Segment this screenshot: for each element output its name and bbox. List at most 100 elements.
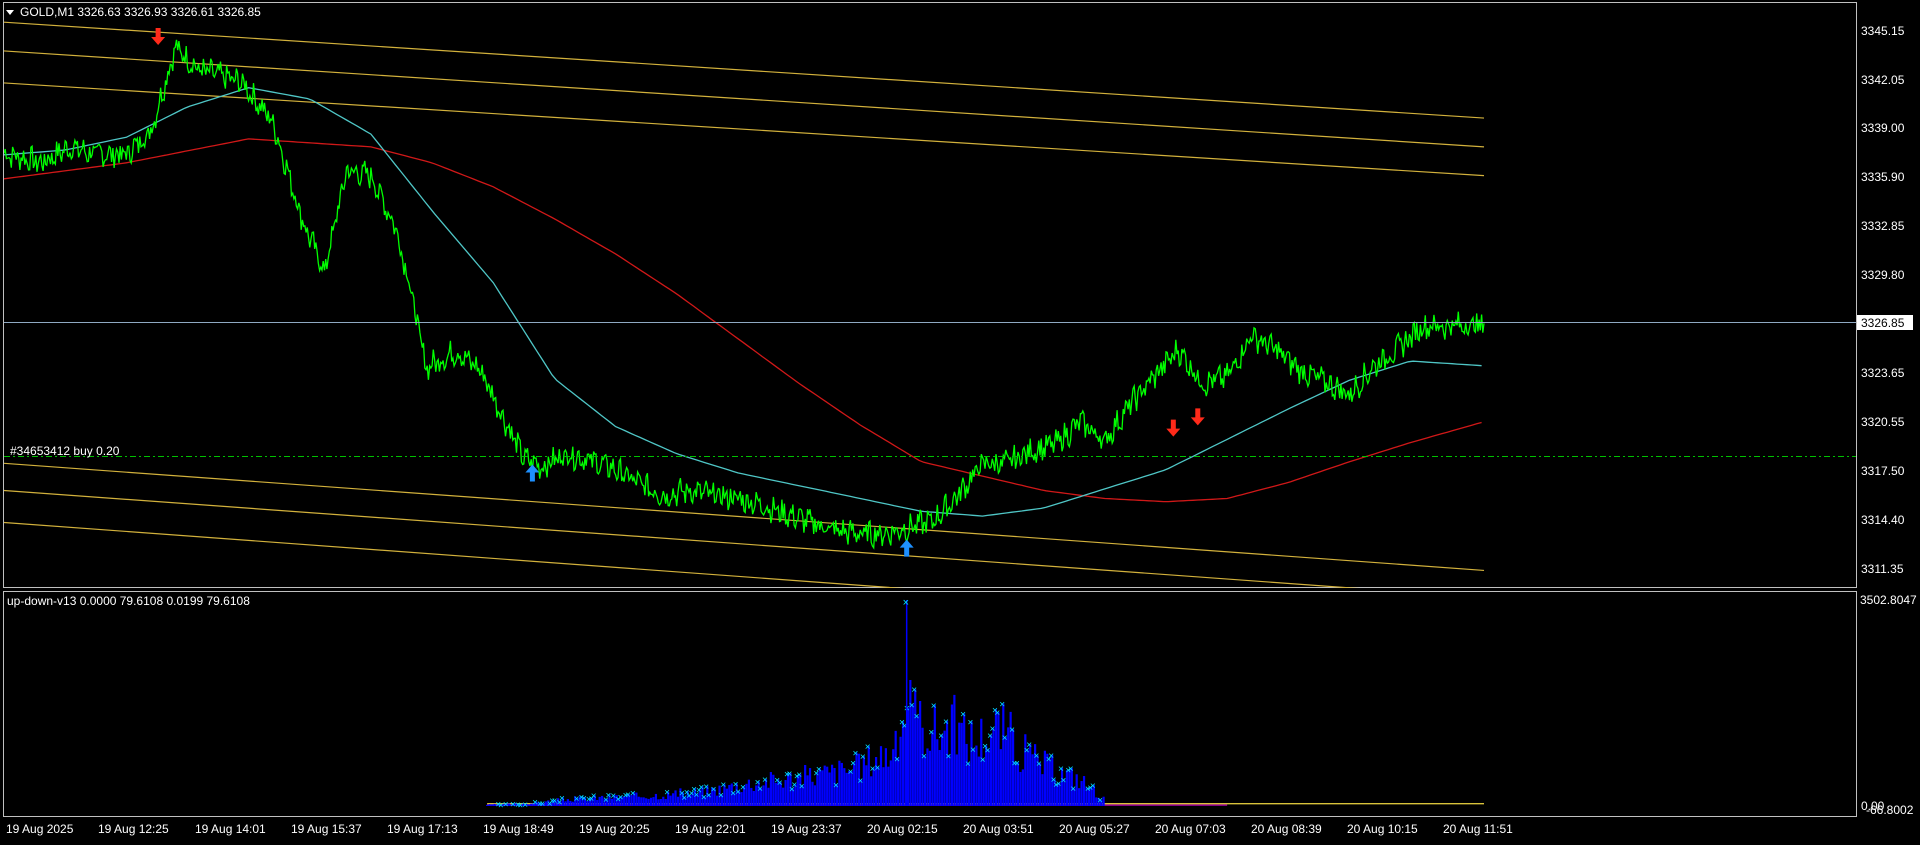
indicator-axis-top: 3502.8047 — [1860, 593, 1917, 607]
price-tick: 3311.35 — [1861, 562, 1904, 576]
trading-chart[interactable]: × × × × × × × × × × × × × × × × × × × × × × × × × × × × × × × × × × × × × × × ×… — [0, 0, 1920, 840]
main-panel-frame — [3, 2, 1857, 588]
indicator-marker: × — [990, 724, 996, 735]
indicator-peak-marker: × — [903, 597, 909, 609]
indicator-marker: × — [1068, 764, 1074, 775]
indicator-marker: × — [894, 754, 900, 765]
indicator-marker: × — [857, 776, 863, 787]
indicator-marker: × — [720, 780, 726, 791]
time-tick: 20 Aug 07:03 — [1155, 822, 1226, 836]
indicator-marker: × — [968, 717, 974, 728]
time-tick: 20 Aug 03:51 — [963, 822, 1034, 836]
time-tick: 19 Aug 23:37 — [771, 822, 842, 836]
indicator-marker: × — [938, 731, 944, 742]
indicator-marker: × — [850, 758, 856, 769]
indicator-marker: × — [945, 751, 951, 762]
indicator-marker: × — [796, 770, 802, 781]
indicator-marker: × — [970, 745, 976, 756]
indicator-marker: × — [718, 791, 724, 802]
moving-average-fast — [4, 87, 1482, 517]
sell-arrow-icon[interactable] — [1166, 419, 1181, 437]
time-tick: 19 Aug 20:25 — [579, 822, 650, 836]
price-series — [4, 39, 1485, 550]
sell-arrow-icon[interactable] — [151, 27, 166, 45]
current-price-label: 3326.85 — [1861, 316, 1905, 330]
time-tick: 19 Aug 17:13 — [387, 822, 458, 836]
indicator-marker: × — [1009, 725, 1015, 736]
indicator-marker: × — [860, 752, 866, 763]
symbol-header: GOLD,M1 3326.63 3326.93 3326.61 3326.85 — [20, 5, 261, 19]
channel-lines — [4, 21, 1485, 588]
price-tick: 3345.15 — [1861, 24, 1905, 38]
indicator-marker: × — [943, 717, 949, 728]
order-label[interactable]: #34653412 buy 0.20 — [10, 444, 120, 458]
indicator-marker: × — [799, 781, 805, 792]
indicator-marker: × — [875, 763, 881, 774]
price-tick: 3314.40 — [1861, 513, 1905, 527]
indicator-marker: × — [1036, 759, 1042, 770]
price-tick: 3335.90 — [1861, 170, 1905, 184]
time-tick: 20 Aug 11:51 — [1443, 822, 1513, 836]
channel-line — [4, 50, 1485, 148]
signal-arrows — [151, 27, 1205, 557]
indicator-marker: × — [928, 728, 934, 739]
indicator-marker: × — [931, 701, 937, 712]
indicator-header: up-down-v13 0.0000 79.6108 0.0199 79.610… — [7, 594, 250, 608]
time-tick: 19 Aug 22:01 — [675, 822, 746, 836]
ma-fast-line — [4, 87, 1482, 517]
indicator-marker: × — [965, 759, 971, 770]
time-tick: 19 Aug 14:01 — [195, 822, 266, 836]
indicator-axis-bottom: -66.8002 — [1866, 803, 1914, 817]
price-tick: 3317.50 — [1861, 464, 1905, 478]
price-tick: 3339.00 — [1861, 121, 1905, 135]
buy-arrow-icon[interactable] — [899, 539, 914, 557]
indicator-marker: × — [1002, 733, 1008, 744]
price-tick: 3332.85 — [1861, 219, 1905, 233]
indicator-marker: × — [921, 752, 927, 763]
indicator-marker: × — [909, 700, 915, 711]
time-tick: 20 Aug 10:15 — [1347, 822, 1418, 836]
indicator-marker: × — [711, 785, 717, 796]
indicator-marker: × — [786, 769, 792, 780]
indicator-marker: × — [1048, 751, 1054, 762]
indicator-marker: × — [999, 700, 1005, 711]
indicator-marker: × — [980, 755, 986, 766]
indicator-marker: × — [762, 775, 768, 786]
price-tick: 3342.05 — [1861, 73, 1905, 87]
time-tick: 20 Aug 08:39 — [1251, 822, 1322, 836]
indicator-marker: × — [960, 710, 966, 721]
indicator-marker: × — [911, 685, 917, 696]
time-tick: 19 Aug 2025 — [6, 822, 74, 836]
indicator-marker: × — [740, 782, 746, 793]
indicator-marker: × — [539, 799, 545, 810]
indicator-marker: × — [865, 742, 871, 753]
indicator-marker: × — [1090, 781, 1096, 792]
indicator-marker: × — [522, 800, 528, 811]
ma-slow-line — [4, 138, 1482, 503]
indicator-marker: × — [559, 794, 565, 805]
channel-line — [4, 82, 1485, 177]
time-tick: 19 Aug 18:49 — [483, 822, 554, 836]
indicator-marker: × — [664, 788, 670, 799]
indicator-histogram: ×× × × ×× × × ×× ××× ×× × ×× ××× ×× × ×× ×× × × ××××××××××… — [486, 597, 1484, 811]
moving-average-slow — [4, 138, 1482, 503]
collapse-triangle-icon[interactable] — [6, 10, 14, 15]
indicator-marker: × — [1026, 740, 1032, 751]
chart-canvas[interactable]: ×× × × ×× × × ×× ××× ×× × ×× ××× ×× × ×× ×× × × ××××××××××… — [0, 0, 1920, 840]
price-tick: 3329.80 — [1861, 268, 1905, 282]
sell-arrow-icon[interactable] — [1190, 408, 1205, 426]
indicator-marker: × — [1014, 759, 1020, 770]
indicator-marker: × — [853, 749, 859, 760]
indicator-marker: × — [914, 712, 920, 723]
indicator-marker: × — [630, 788, 636, 799]
channel-line — [4, 521, 905, 588]
time-axis: 19 Aug 2025 19 Aug 12:25 19 Aug 14:01 19… — [6, 822, 1513, 836]
indicator-marker: × — [985, 745, 991, 756]
indicator-marker: × — [816, 765, 822, 776]
indicator-marker: × — [1070, 784, 1076, 795]
channel-line — [4, 462, 1485, 572]
indicator-marker: × — [1058, 764, 1064, 775]
indicator-marker: × — [591, 791, 597, 802]
indicator-marker: × — [777, 778, 783, 789]
time-tick: 19 Aug 12:25 — [98, 822, 169, 836]
